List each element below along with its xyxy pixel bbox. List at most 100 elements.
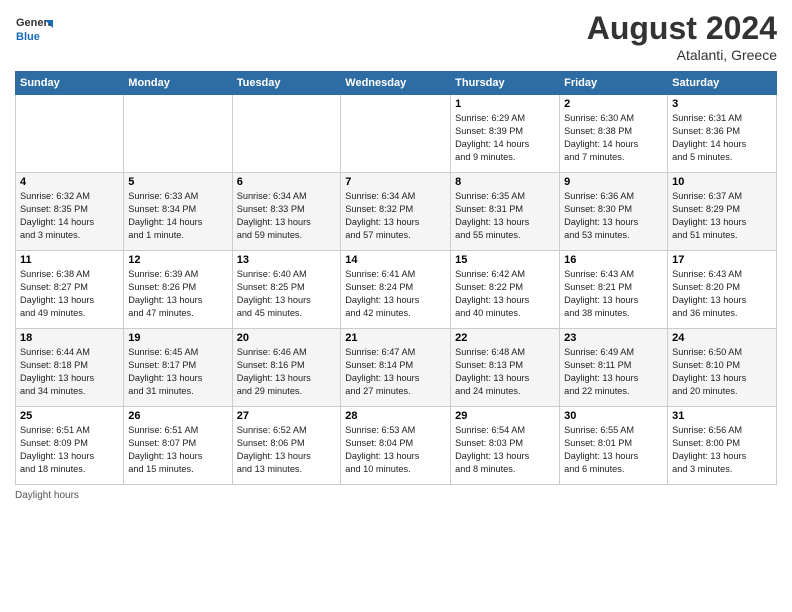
day-number: 11	[20, 254, 119, 266]
day-number: 12	[128, 254, 227, 266]
day-cell-20: 17Sunrise: 6:43 AM Sunset: 8:20 PM Dayli…	[668, 251, 777, 329]
weekday-friday: Friday	[560, 72, 668, 95]
footer: Daylight hours	[15, 490, 777, 501]
day-info: Sunrise: 6:40 AM Sunset: 8:25 PM Dayligh…	[237, 268, 337, 320]
day-number: 29	[455, 410, 555, 422]
day-info: Sunrise: 6:35 AM Sunset: 8:31 PM Dayligh…	[455, 190, 555, 242]
day-info: Sunrise: 6:38 AM Sunset: 8:27 PM Dayligh…	[20, 268, 119, 320]
day-info: Sunrise: 6:45 AM Sunset: 8:17 PM Dayligh…	[128, 346, 227, 398]
day-cell-10: 7Sunrise: 6:34 AM Sunset: 8:32 PM Daylig…	[341, 173, 451, 251]
week-row-0: 1 Sunrise: 6:29 AM Sunset: 8:39 PM Daylig…	[16, 95, 777, 173]
day-number: 10	[672, 176, 772, 188]
title-block: August 2024 Atalanti, Greece	[587, 10, 777, 63]
day-number: 16	[564, 254, 663, 266]
day-info: Sunrise: 6:49 AM Sunset: 8:11 PM Dayligh…	[564, 346, 663, 398]
day-info: Sunrise: 6:33 AM Sunset: 8:34 PM Dayligh…	[128, 190, 227, 242]
day-cell-18: 15 Sunrise: 6:42 AM Sunset: 8:22 PM Dayli…	[451, 251, 560, 329]
day-number: 23	[564, 332, 663, 344]
weekday-wednesday: Wednesday	[341, 72, 451, 95]
day-cell-32: 29Sunrise: 6:54 AM Sunset: 8:03 PM Dayli…	[451, 407, 560, 485]
footer-label: Daylight hours	[15, 490, 79, 501]
day-cell-30: 27 Sunrise: 6:52 AM Sunset: 8:06 PM Dayli…	[232, 407, 341, 485]
logo: General Blue	[15, 10, 53, 48]
month-year: August 2024	[587, 10, 777, 47]
weekday-tuesday: Tuesday	[232, 72, 341, 95]
day-number: 27	[237, 410, 337, 422]
day-number: 25	[20, 410, 119, 422]
day-info: Sunrise: 6:43 AM Sunset: 8:20 PM Dayligh…	[672, 268, 772, 320]
day-info: Sunrise: 6:46 AM Sunset: 8:16 PM Dayligh…	[237, 346, 337, 398]
day-info: Sunrise: 6:43 AM Sunset: 8:21 PM Dayligh…	[564, 268, 663, 320]
week-row-3: 18 Sunrise: 6:44 AM Sunset: 8:18 PM Dayli…	[16, 329, 777, 407]
day-info: Sunrise: 6:36 AM Sunset: 8:30 PM Dayligh…	[564, 190, 663, 242]
day-cell-21: 18 Sunrise: 6:44 AM Sunset: 8:18 PM Dayli…	[16, 329, 124, 407]
day-info: Sunrise: 6:51 AM Sunset: 8:07 PM Dayligh…	[128, 424, 227, 476]
day-info: Sunrise: 6:37 AM Sunset: 8:29 PM Dayligh…	[672, 190, 772, 242]
day-info: Sunrise: 6:29 AM Sunset: 8:39 PM Dayligh…	[455, 112, 555, 164]
day-number: 21	[345, 332, 446, 344]
page: General Blue August 2024 Atalanti, Greec…	[0, 0, 792, 612]
day-number: 19	[128, 332, 227, 344]
weekday-monday: Monday	[124, 72, 232, 95]
day-number: 18	[20, 332, 119, 344]
day-info: Sunrise: 6:32 AM Sunset: 8:35 PM Dayligh…	[20, 190, 119, 242]
weekday-thursday: Thursday	[451, 72, 560, 95]
day-number: 30	[564, 410, 663, 422]
day-info: Sunrise: 6:55 AM Sunset: 8:01 PM Dayligh…	[564, 424, 663, 476]
day-number: 6	[237, 176, 337, 188]
day-cell-28: 25Sunrise: 6:51 AM Sunset: 8:09 PM Dayli…	[16, 407, 124, 485]
day-cell-27: 24Sunrise: 6:50 AM Sunset: 8:10 PM Dayli…	[668, 329, 777, 407]
day-cell-22: 19 Sunrise: 6:45 AM Sunset: 8:17 PM Dayli…	[124, 329, 232, 407]
day-number: 8	[455, 176, 555, 188]
day-info: Sunrise: 6:48 AM Sunset: 8:13 PM Dayligh…	[455, 346, 555, 398]
day-cell-1	[124, 95, 232, 173]
day-cell-12: 9 Sunrise: 6:36 AM Sunset: 8:30 PM Daylig…	[560, 173, 668, 251]
calendar-table: SundayMondayTuesdayWednesdayThursdayFrid…	[15, 71, 777, 485]
day-info: Sunrise: 6:41 AM Sunset: 8:24 PM Dayligh…	[345, 268, 446, 320]
day-cell-26: 23 Sunrise: 6:49 AM Sunset: 8:11 PM Dayli…	[560, 329, 668, 407]
day-info: Sunrise: 6:47 AM Sunset: 8:14 PM Dayligh…	[345, 346, 446, 398]
day-info: Sunrise: 6:30 AM Sunset: 8:38 PM Dayligh…	[564, 112, 663, 164]
day-info: Sunrise: 6:34 AM Sunset: 8:32 PM Dayligh…	[345, 190, 446, 242]
day-cell-14: 11 Sunrise: 6:38 AM Sunset: 8:27 PM Dayli…	[16, 251, 124, 329]
day-number: 1	[455, 98, 555, 110]
day-number: 3	[672, 98, 772, 110]
day-number: 14	[345, 254, 446, 266]
day-number: 28	[345, 410, 446, 422]
day-cell-4: 1 Sunrise: 6:29 AM Sunset: 8:39 PM Daylig…	[451, 95, 560, 173]
day-cell-15: 12 Sunrise: 6:39 AM Sunset: 8:26 PM Dayli…	[124, 251, 232, 329]
day-cell-8: 5Sunrise: 6:33 AM Sunset: 8:34 PM Daylig…	[124, 173, 232, 251]
day-info: Sunrise: 6:42 AM Sunset: 8:22 PM Dayligh…	[455, 268, 555, 320]
day-cell-13: 10 Sunrise: 6:37 AM Sunset: 8:29 PM Dayli…	[668, 173, 777, 251]
day-number: 20	[237, 332, 337, 344]
day-cell-0	[16, 95, 124, 173]
day-cell-11: 8 Sunrise: 6:35 AM Sunset: 8:31 PM Daylig…	[451, 173, 560, 251]
day-cell-3	[341, 95, 451, 173]
day-number: 2	[564, 98, 663, 110]
day-cell-17: 14 Sunrise: 6:41 AM Sunset: 8:24 PM Dayli…	[341, 251, 451, 329]
day-cell-5: 2 Sunrise: 6:30 AM Sunset: 8:38 PM Daylig…	[560, 95, 668, 173]
weekday-saturday: Saturday	[668, 72, 777, 95]
day-info: Sunrise: 6:44 AM Sunset: 8:18 PM Dayligh…	[20, 346, 119, 398]
day-number: 9	[564, 176, 663, 188]
day-info: Sunrise: 6:52 AM Sunset: 8:06 PM Dayligh…	[237, 424, 337, 476]
week-row-4: 25Sunrise: 6:51 AM Sunset: 8:09 PM Dayli…	[16, 407, 777, 485]
day-info: Sunrise: 6:39 AM Sunset: 8:26 PM Dayligh…	[128, 268, 227, 320]
svg-text:General: General	[16, 17, 53, 29]
day-number: 4	[20, 176, 119, 188]
day-number: 15	[455, 254, 555, 266]
week-row-1: 4 Sunrise: 6:32 AM Sunset: 8:35 PM Daylig…	[16, 173, 777, 251]
day-cell-16: 13 Sunrise: 6:40 AM Sunset: 8:25 PM Dayli…	[232, 251, 341, 329]
weekday-header-row: SundayMondayTuesdayWednesdayThursdayFrid…	[16, 72, 777, 95]
day-cell-31: 28Sunrise: 6:53 AM Sunset: 8:04 PM Dayli…	[341, 407, 451, 485]
location: Atalanti, Greece	[587, 47, 777, 63]
day-cell-33: 30 Sunrise: 6:55 AM Sunset: 8:01 PM Dayli…	[560, 407, 668, 485]
day-cell-29: 26Sunrise: 6:51 AM Sunset: 8:07 PM Dayli…	[124, 407, 232, 485]
day-info: Sunrise: 6:56 AM Sunset: 8:00 PM Dayligh…	[672, 424, 772, 476]
header: General Blue August 2024 Atalanti, Greec…	[15, 10, 777, 63]
day-number: 22	[455, 332, 555, 344]
svg-text:Blue: Blue	[16, 31, 40, 43]
day-cell-19: 16 Sunrise: 6:43 AM Sunset: 8:21 PM Dayli…	[560, 251, 668, 329]
day-number: 13	[237, 254, 337, 266]
calendar-body: 1 Sunrise: 6:29 AM Sunset: 8:39 PM Daylig…	[16, 95, 777, 485]
